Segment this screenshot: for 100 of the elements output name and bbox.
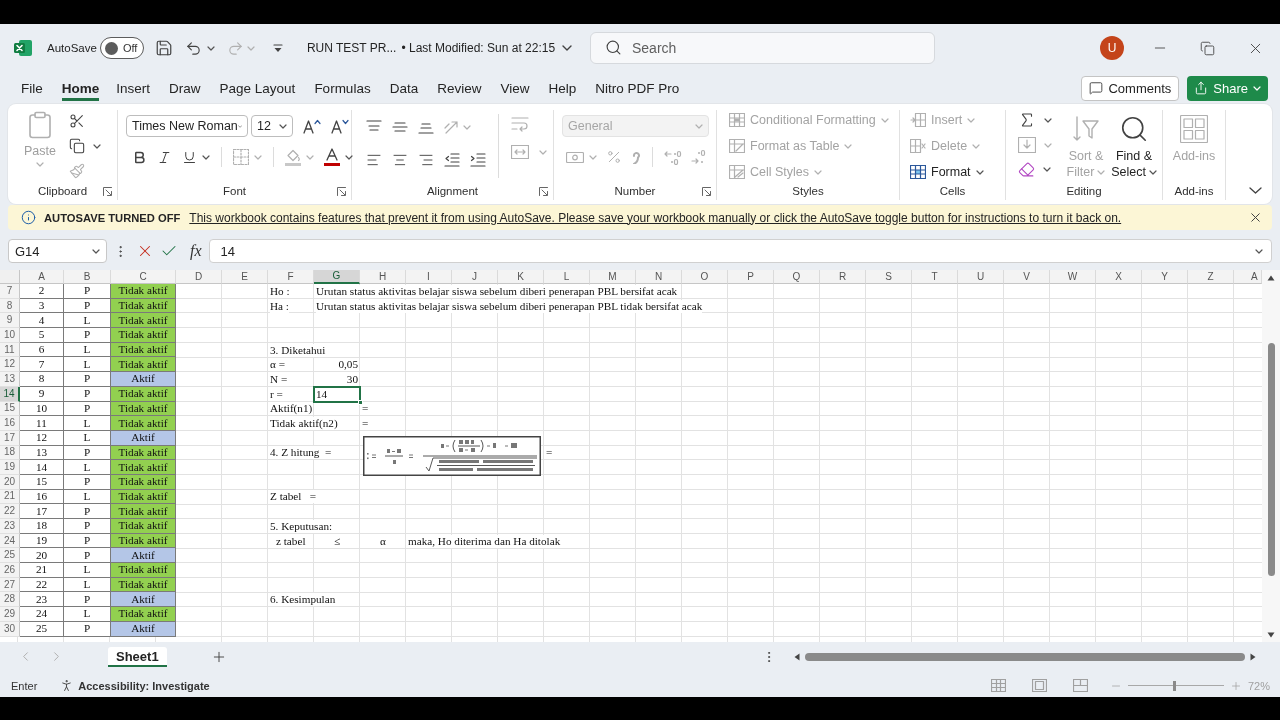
menu-tab[interactable]: Page Layout xyxy=(219,75,296,101)
text-color-icon[interactable] xyxy=(324,148,340,166)
dialog-launcher-icon[interactable] xyxy=(702,186,711,196)
column-header[interactable]: A xyxy=(1234,270,1262,284)
menu-tab[interactable]: Data xyxy=(389,75,419,101)
row-header[interactable]: 19 xyxy=(0,460,20,475)
borders-icon[interactable] xyxy=(233,149,249,165)
column-header[interactable]: B xyxy=(64,270,111,284)
wrap-text-icon[interactable] xyxy=(511,116,529,132)
insert-function-button[interactable]: fx xyxy=(190,242,202,260)
toolbar-menu-icon[interactable] xyxy=(272,43,283,53)
paint-bucket-icon[interactable] xyxy=(285,148,301,166)
column-header[interactable]: Y xyxy=(1142,270,1188,284)
row-header[interactable]: 29 xyxy=(0,607,20,622)
column-header[interactable]: J xyxy=(452,270,498,284)
comments-button[interactable]: Comments xyxy=(1081,75,1180,101)
menu-tab[interactable]: View xyxy=(500,75,530,101)
column-header[interactable]: T xyxy=(912,270,958,284)
row-header[interactable]: 26 xyxy=(0,563,20,578)
normal-view-icon[interactable] xyxy=(990,679,1006,692)
caret-icon[interactable] xyxy=(279,123,287,129)
indent-decrease-icon[interactable] xyxy=(444,153,460,167)
row-header[interactable]: 23 xyxy=(0,519,20,534)
paintbrush-icon[interactable] xyxy=(69,163,85,179)
caret-icon[interactable] xyxy=(345,154,353,160)
align-bottom-icon[interactable] xyxy=(418,120,434,134)
column-header[interactable]: C xyxy=(111,270,176,284)
row-header[interactable]: 22 xyxy=(0,504,20,519)
align-center-icon[interactable] xyxy=(392,152,408,168)
slider-thumb[interactable] xyxy=(1172,680,1176,691)
row-header[interactable]: 10 xyxy=(0,328,20,343)
row-header[interactable]: 9 xyxy=(0,313,20,329)
diagonal-arrow-icon[interactable] xyxy=(444,120,460,134)
caret-icon[interactable] xyxy=(202,154,210,160)
column-header[interactable]: V xyxy=(1004,270,1050,284)
caret-icon[interactable] xyxy=(206,45,215,51)
bold-icon[interactable] xyxy=(132,149,147,165)
column-header[interactable]: N xyxy=(636,270,682,284)
ribbon-command[interactable]: Format xyxy=(910,163,984,181)
align-left-icon[interactable] xyxy=(366,152,382,168)
caret-icon[interactable] xyxy=(93,143,101,149)
merge-cells-icon[interactable] xyxy=(511,145,529,159)
decimal-increase-icon[interactable] xyxy=(664,149,682,165)
column-header[interactable]: H xyxy=(360,270,406,284)
column-header[interactable]: G xyxy=(314,270,360,284)
caret-icon[interactable] xyxy=(1255,249,1263,254)
row-header[interactable]: 28 xyxy=(0,592,20,608)
scroll-down-icon[interactable] xyxy=(1267,632,1275,638)
column-header[interactable]: S xyxy=(866,270,912,284)
last-modified-label[interactable]: • Last Modified: Sun at 22:15 xyxy=(401,41,556,55)
message-link[interactable]: This workbook contains features that prevent it from using AutoSave. Please save your workbook manually or click the AutoSave toggle button for instructions to turn it back on. xyxy=(189,210,1122,225)
menu-tab[interactable]: Formulas xyxy=(314,75,371,101)
column-header[interactable]: A xyxy=(20,270,64,284)
menu-tab[interactable]: File xyxy=(21,75,43,101)
percent-icon[interactable] xyxy=(606,149,622,165)
column-header[interactable]: Q xyxy=(774,270,820,284)
scroll-left-icon[interactable] xyxy=(794,652,800,661)
share-button[interactable]: Share xyxy=(1187,75,1268,101)
search-icon[interactable] xyxy=(1119,114,1149,144)
underline-icon[interactable] xyxy=(182,149,197,165)
caret-icon[interactable] xyxy=(975,169,984,175)
menu-tab[interactable]: Nitro PDF Pro xyxy=(595,75,680,101)
align-middle-icon[interactable] xyxy=(392,120,408,134)
format-cells-icon[interactable] xyxy=(910,165,926,179)
column-header[interactable]: P xyxy=(728,270,774,284)
fill-down-icon[interactable] xyxy=(1018,137,1036,153)
search-field[interactable]: Search xyxy=(590,32,935,64)
scrollbar-thumb[interactable] xyxy=(805,652,1245,661)
column-header[interactable]: U xyxy=(958,270,1004,284)
select-all-button[interactable] xyxy=(0,270,20,284)
row-header[interactable]: 25 xyxy=(0,548,20,564)
menu-tab[interactable]: Insert xyxy=(116,75,151,101)
account-avatar[interactable]: U xyxy=(1100,36,1124,60)
collapse-ribbon-icon[interactable] xyxy=(1249,187,1262,194)
scroll-up-icon[interactable] xyxy=(1267,275,1275,281)
font-name-select[interactable]: Times New Roman xyxy=(126,115,248,137)
accessibility-button[interactable]: Accessibility: Investigate xyxy=(59,678,210,693)
document-title[interactable]: RUN TEST PR... xyxy=(306,41,397,55)
autosave-toggle[interactable]: Off xyxy=(99,37,144,59)
scrollbar-thumb[interactable] xyxy=(1267,343,1275,576)
menu-tab[interactable]: Help xyxy=(548,75,577,101)
name-box[interactable]: G14 xyxy=(8,239,107,263)
column-header[interactable]: D xyxy=(176,270,222,284)
undo-icon[interactable] xyxy=(184,39,202,57)
page-break-icon[interactable] xyxy=(1072,679,1088,692)
redo-icon[interactable] xyxy=(226,39,244,57)
save-icon[interactable] xyxy=(154,39,173,57)
column-header[interactable]: E xyxy=(222,270,268,284)
comma-icon[interactable] xyxy=(631,150,641,164)
column-header[interactable]: K xyxy=(498,270,544,284)
scissors-icon[interactable] xyxy=(69,113,85,129)
column-header[interactable]: M xyxy=(590,270,636,284)
caret-icon[interactable] xyxy=(92,248,100,254)
row-header[interactable]: 13 xyxy=(0,372,20,387)
copy-icon[interactable] xyxy=(69,138,85,154)
column-header[interactable]: X xyxy=(1096,270,1142,284)
menu-tab[interactable]: Home xyxy=(61,75,100,101)
font-size-select[interactable]: 12 xyxy=(251,115,293,137)
page-layout-icon[interactable] xyxy=(1031,679,1047,692)
caret-icon[interactable] xyxy=(1043,167,1051,172)
